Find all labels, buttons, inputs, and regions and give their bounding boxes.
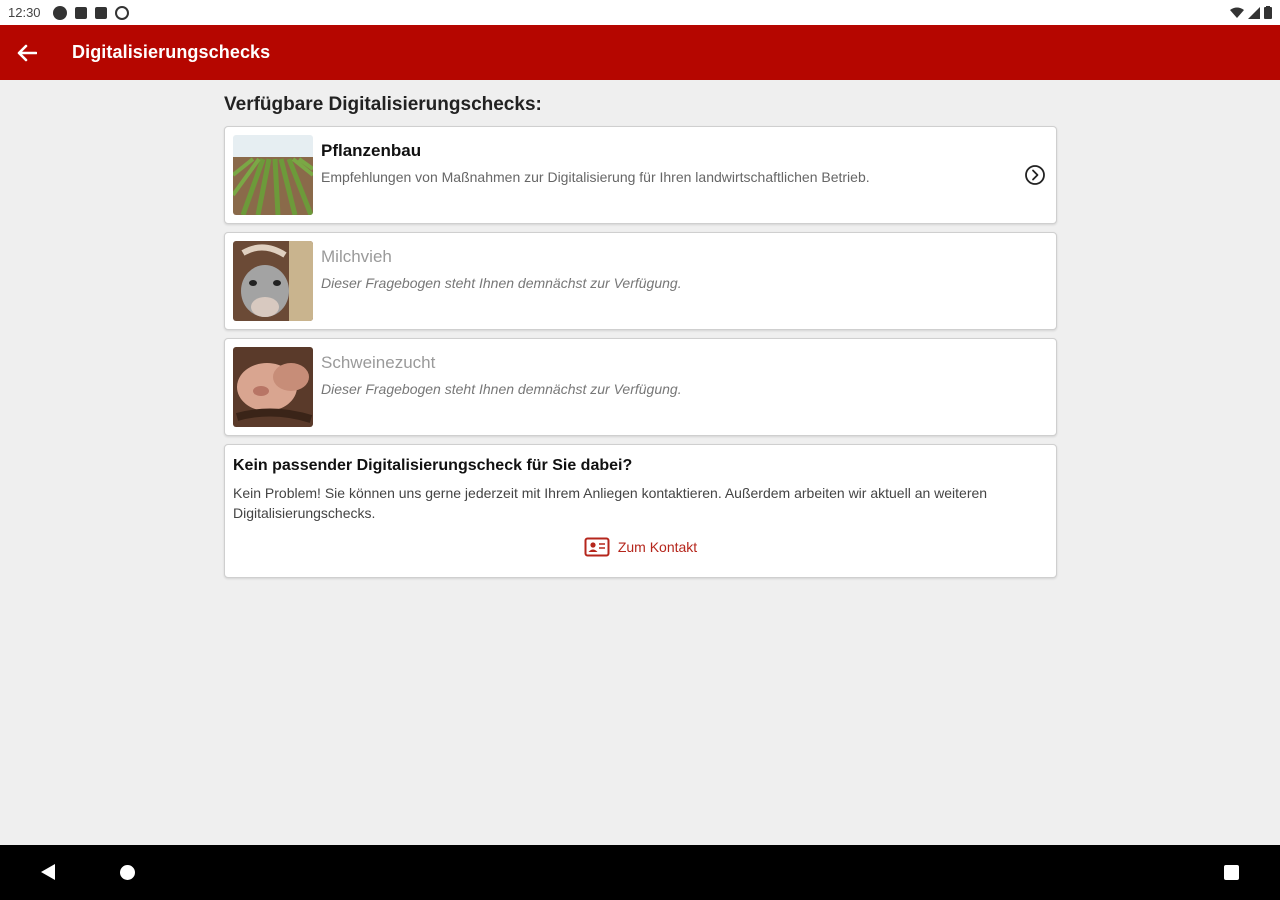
contact-card-icon <box>584 537 610 557</box>
check-description: Empfehlungen von Maßnahmen zur Digitalis… <box>321 169 870 185</box>
check-text: Schweinezucht Dieser Fragebogen steht Ih… <box>321 347 682 397</box>
check-text: Milchvieh Dieser Fragebogen steht Ihnen … <box>321 241 682 291</box>
wifi-icon <box>1230 7 1244 18</box>
arrow-back-icon <box>17 44 37 61</box>
notification-gear-icon <box>74 6 87 19</box>
battery-icon <box>1264 6 1272 19</box>
info-title: Kein passender Digitalisierungscheck für… <box>233 457 633 474</box>
main-content: Verfügbare Digitalisierungschecks: Pflan… <box>224 80 1057 578</box>
check-name: Pflanzenbau <box>321 141 422 160</box>
check-description: Dieser Fragebogen steht Ihnen demnächst … <box>321 275 682 291</box>
info-card: Kein passender Digitalisierungscheck für… <box>224 444 1057 578</box>
status-right <box>1230 6 1272 19</box>
schweinezucht-image <box>233 347 313 427</box>
milchvieh-image <box>233 241 313 321</box>
check-text: Pflanzenbau Empfehlungen von Maßnahmen z… <box>321 135 870 185</box>
nav-back-icon[interactable] <box>40 863 56 881</box>
notification-p-icon <box>114 5 129 20</box>
pflanzenbau-image <box>233 135 313 215</box>
back-button[interactable] <box>0 25 54 80</box>
app-bar: Digitalisierungschecks <box>0 25 1280 80</box>
check-name: Schweinezucht <box>321 353 436 372</box>
check-name: Milchvieh <box>321 247 392 266</box>
nav-recents-icon[interactable] <box>1224 865 1239 880</box>
info-body: Kein Problem! Sie können uns gerne jeder… <box>233 485 988 521</box>
check-card-schweinezucht: Schweinezucht Dieser Fragebogen steht Ih… <box>224 338 1057 436</box>
contact-label: Zum Kontakt <box>617 539 698 555</box>
status-left: 12:30 <box>8 5 129 20</box>
section-title: Verfügbare Digitalisierungschecks: <box>224 94 542 115</box>
nav-home-icon[interactable] <box>120 865 135 880</box>
system-nav-bar <box>0 845 1280 900</box>
status-bar: 12:30 <box>0 0 1280 25</box>
chevron-right-circle-icon[interactable] <box>1024 164 1046 186</box>
signal-icon <box>1248 6 1260 19</box>
contact-button[interactable]: Zum Kontakt <box>233 537 1048 557</box>
check-description: Dieser Fragebogen steht Ihnen demnächst … <box>321 381 682 397</box>
app-title: Digitalisierungschecks <box>72 42 271 62</box>
check-card-milchvieh: Milchvieh Dieser Fragebogen steht Ihnen … <box>224 232 1057 330</box>
notification-a-icon <box>52 5 67 20</box>
status-time: 12:30 <box>8 5 41 20</box>
check-card-pflanzenbau[interactable]: Pflanzenbau Empfehlungen von Maßnahmen z… <box>224 126 1057 224</box>
sd-card-icon <box>94 6 107 19</box>
